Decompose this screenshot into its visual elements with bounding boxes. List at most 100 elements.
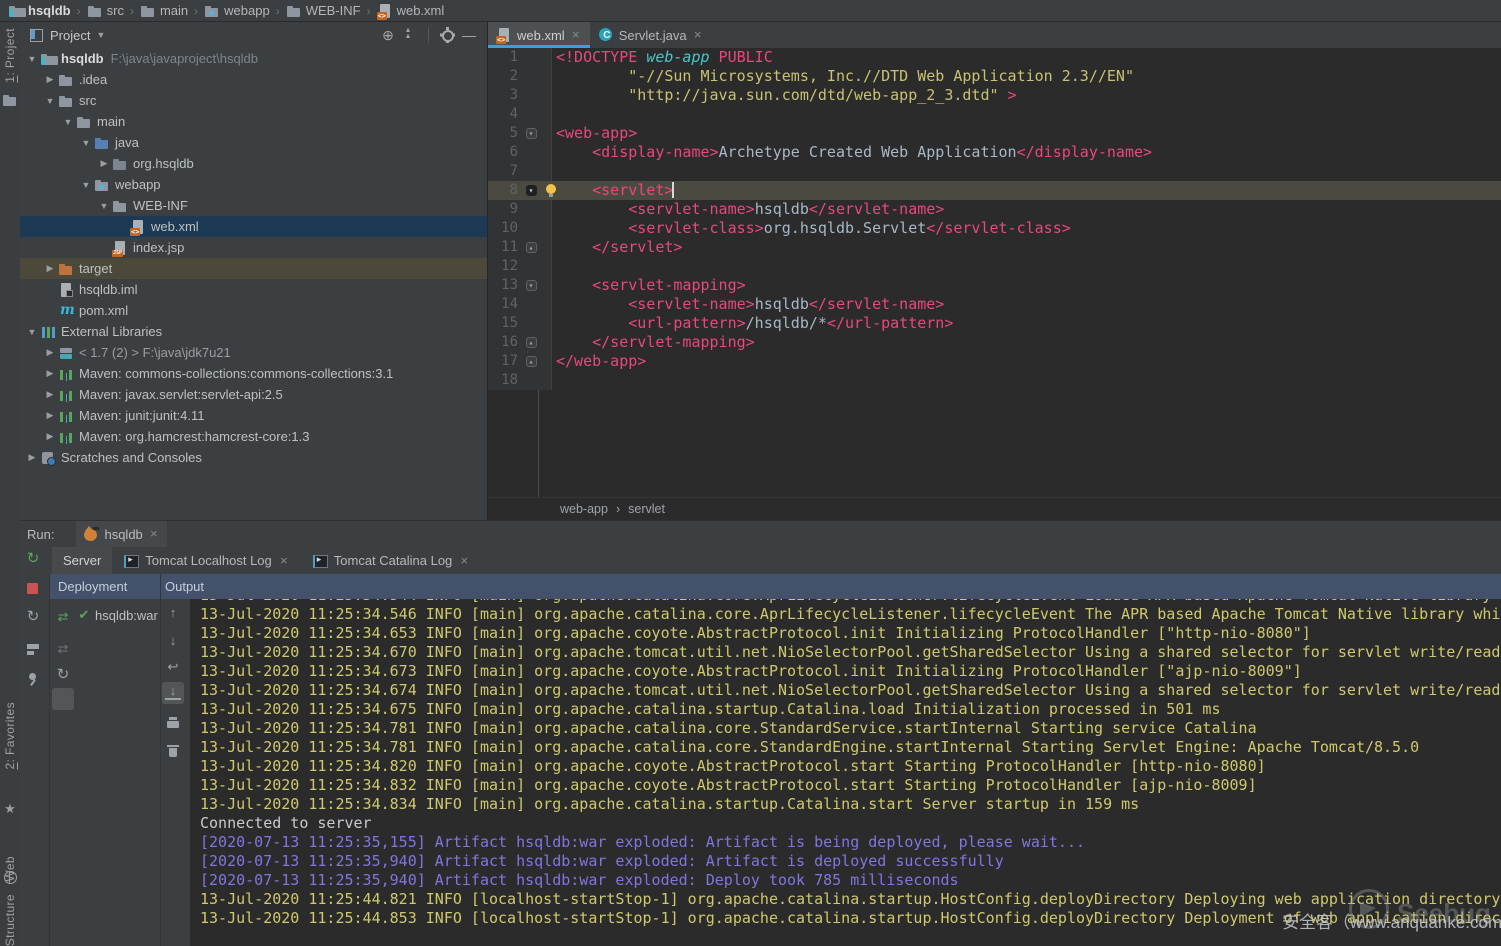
tree-row-Maven-org.hamcrest-hamcrest-core-1.3[interactable]: ▶Maven: org.hamcrest:hamcrest-core:1.3 bbox=[20, 426, 487, 447]
fold-marker-cell[interactable]: ▾ bbox=[518, 181, 544, 200]
trash-icon[interactable] bbox=[165, 743, 181, 759]
collapse-all-icon[interactable] bbox=[402, 27, 418, 43]
fold-end-icon[interactable]: ▴ bbox=[526, 242, 537, 253]
fold-marker-cell[interactable]: ▴ bbox=[518, 333, 544, 352]
gear-icon[interactable] bbox=[439, 27, 455, 43]
fold-open-icon[interactable]: ▾ bbox=[526, 128, 537, 139]
tree-row-webapp[interactable]: ▼webapp bbox=[20, 174, 487, 195]
tree-row-Maven-junit-junit-4.11[interactable]: ▶Maven: junit:junit:4.11 bbox=[20, 405, 487, 426]
gutter: 11▴ bbox=[488, 238, 552, 257]
tree-toggle-icon[interactable]: ▶ bbox=[96, 158, 112, 169]
editor-breadcrumb-item-web-app[interactable]: web-app bbox=[560, 502, 608, 516]
tree-toggle-icon[interactable]: ▼ bbox=[24, 327, 40, 337]
favorites-star-icon[interactable]: ★ bbox=[2, 801, 18, 817]
breadcrumb-item-webapp[interactable]: webapp bbox=[204, 0, 270, 22]
sidebar-item-structure[interactable]: 7: Structure bbox=[3, 894, 17, 946]
breadcrumb-item-main[interactable]: main bbox=[140, 0, 188, 22]
tree-row-target[interactable]: ▶target bbox=[20, 258, 487, 279]
rerun-icon[interactable]: ↻ bbox=[25, 551, 41, 567]
stop-icon[interactable] bbox=[25, 581, 41, 597]
tree-toggle-icon[interactable]: ▼ bbox=[78, 138, 94, 148]
tree-toggle-icon[interactable]: ▶ bbox=[42, 263, 58, 274]
run-view-tab-Tomcat-Catalina-Log[interactable]: Tomcat Catalina Log× bbox=[301, 547, 482, 574]
tree-row-hsqldb[interactable]: ▼hsqldbF:\java\javaproject\hsqldb bbox=[20, 48, 487, 69]
project-panel-title[interactable]: Project bbox=[50, 28, 90, 43]
tree-toggle-icon[interactable]: ▶ bbox=[42, 74, 58, 85]
tree-row-pom.xml[interactable]: pom.xml bbox=[20, 300, 487, 321]
tree-row-Maven-commons-collections-commons-collections-3.1[interactable]: ▶Maven: commons-collections:commons-coll… bbox=[20, 363, 487, 384]
pin-icon[interactable] bbox=[25, 671, 41, 687]
tree-row-org.hsqldb[interactable]: ▶org.hsqldb bbox=[20, 153, 487, 174]
restart-icon[interactable]: ↻ bbox=[25, 609, 41, 625]
breadcrumb-item-hsqldb[interactable]: hsqldb bbox=[8, 0, 71, 22]
fold-end-icon[interactable]: ▴ bbox=[526, 356, 537, 367]
fold-marker-cell[interactable]: ▴ bbox=[518, 238, 544, 257]
close-icon[interactable]: × bbox=[570, 27, 582, 43]
run-view-tab-Server[interactable]: Server bbox=[52, 547, 112, 574]
sync-icon[interactable]: ↻ bbox=[55, 667, 71, 683]
tree-row-WEB-INF[interactable]: ▼WEB-INF bbox=[20, 195, 487, 216]
fold-end-icon[interactable]: ▴ bbox=[526, 337, 537, 348]
close-icon[interactable]: × bbox=[692, 27, 704, 43]
scrollend-icon[interactable]: ↓ bbox=[165, 685, 181, 700]
tree-row-hsqldb.iml[interactable]: hsqldb.iml bbox=[20, 279, 487, 300]
tree-toggle-icon[interactable]: ▶ bbox=[42, 368, 58, 379]
undeploy-icon[interactable]: ⇄ bbox=[55, 641, 71, 657]
tree-toggle-icon[interactable]: ▼ bbox=[60, 117, 76, 127]
run-configuration-tab[interactable]: hsqldb × bbox=[76, 521, 166, 547]
editor-tab-web.xml[interactable]: web.xml× bbox=[488, 22, 590, 48]
tree-row-java[interactable]: ▼java bbox=[20, 132, 487, 153]
tree-row--1.7-2-F-java-jdk7u21[interactable]: ▶< 1.7 (2) > F:\java\jdk7u21 bbox=[20, 342, 487, 363]
code-area[interactable]: 1<!DOCTYPE web-app PUBLIC2 "-//Sun Micro… bbox=[488, 48, 1501, 498]
tree-row-index.jsp[interactable]: index.jsp bbox=[20, 237, 487, 258]
tree-row-External-Libraries[interactable]: ▼External Libraries bbox=[20, 321, 487, 342]
tree-label: web.xml bbox=[151, 219, 199, 234]
up-icon[interactable]: ↑ bbox=[165, 605, 181, 621]
tree-toggle-icon[interactable]: ▶ bbox=[42, 410, 58, 421]
project-tool-icon[interactable] bbox=[2, 92, 18, 108]
hide-panel-icon[interactable]: — bbox=[461, 27, 477, 43]
console-output[interactable]: 13-Jul-2020 11:25:34.544 INFO [main] org… bbox=[190, 599, 1501, 946]
tree-toggle-icon[interactable]: ▼ bbox=[42, 96, 58, 106]
tree-row-web.xml[interactable]: web.xml bbox=[20, 216, 487, 237]
tree-row-main[interactable]: ▼main bbox=[20, 111, 487, 132]
breadcrumb-item-src[interactable]: src bbox=[87, 0, 124, 22]
fold-marker-cell[interactable]: ▴ bbox=[518, 352, 544, 371]
deploy-all-icon[interactable] bbox=[55, 691, 71, 707]
tree-toggle-icon[interactable]: ▶ bbox=[42, 347, 58, 358]
tree-toggle-icon[interactable]: ▶ bbox=[24, 452, 40, 463]
tree-row-Maven-javax.servlet-servlet-api-2.5[interactable]: ▶Maven: javax.servlet:servlet-api:2.5 bbox=[20, 384, 487, 405]
editor-breadcrumb-item-servlet[interactable]: servlet bbox=[628, 502, 665, 516]
fold-open-icon[interactable]: ▾ bbox=[526, 280, 537, 291]
tree-row-.idea[interactable]: ▶.idea bbox=[20, 69, 487, 90]
chevron-down-icon[interactable]: ▼ bbox=[96, 30, 105, 40]
close-icon[interactable]: × bbox=[148, 526, 160, 542]
tree-row-Scratches-and-Consoles[interactable]: ▶Scratches and Consoles bbox=[20, 447, 487, 468]
fold-marker-cell[interactable]: ▾ bbox=[518, 124, 544, 143]
tree-toggle-icon[interactable]: ▶ bbox=[42, 389, 58, 400]
tree-toggle-icon[interactable]: ▼ bbox=[24, 54, 40, 64]
tree-toggle-icon[interactable]: ▶ bbox=[42, 431, 58, 442]
sidebar-item-favorites[interactable]: 2: Favorites bbox=[3, 702, 17, 773]
softwrap-icon[interactable]: ↩ bbox=[165, 659, 181, 675]
sidebar-item-project[interactable]: 1: Project bbox=[3, 28, 17, 86]
tree-toggle-icon[interactable]: ▼ bbox=[96, 201, 112, 211]
tree-row-src[interactable]: ▼src bbox=[20, 90, 487, 111]
deploy-icon[interactable]: ⇄ bbox=[55, 609, 71, 625]
fold-marker-cell[interactable]: ▾ bbox=[518, 276, 544, 295]
editor-tab-Servlet.java[interactable]: Servlet.java× bbox=[590, 22, 712, 48]
fold-open-icon[interactable]: ▾ bbox=[526, 185, 537, 196]
run-view-tab-Tomcat-Localhost-Log[interactable]: Tomcat Localhost Log× bbox=[112, 547, 300, 574]
layout-icon[interactable] bbox=[25, 641, 41, 657]
close-icon[interactable]: × bbox=[458, 553, 470, 569]
close-icon[interactable]: × bbox=[278, 553, 290, 569]
breadcrumb-item-WEB-INF[interactable]: WEB-INF bbox=[286, 0, 361, 22]
sidebar-item-web[interactable]: Web bbox=[3, 856, 17, 885]
code-line-11: 11▴ </servlet> bbox=[488, 238, 1501, 257]
tree-toggle-icon[interactable]: ▼ bbox=[78, 180, 94, 190]
intention-bulb-icon[interactable] bbox=[544, 183, 560, 199]
breadcrumb-item-web.xml[interactable]: web.xml bbox=[377, 0, 445, 22]
print-icon[interactable] bbox=[165, 715, 181, 731]
down-icon[interactable]: ↓ bbox=[165, 633, 181, 649]
locate-icon[interactable]: ⊕ bbox=[380, 27, 396, 43]
